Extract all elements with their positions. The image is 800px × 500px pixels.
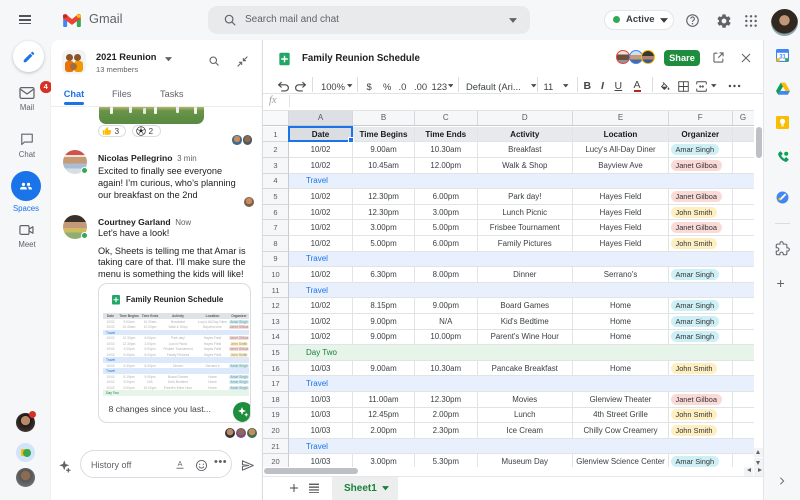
svg-text:31: 31 (779, 54, 786, 60)
svg-text:A: A (178, 461, 183, 468)
